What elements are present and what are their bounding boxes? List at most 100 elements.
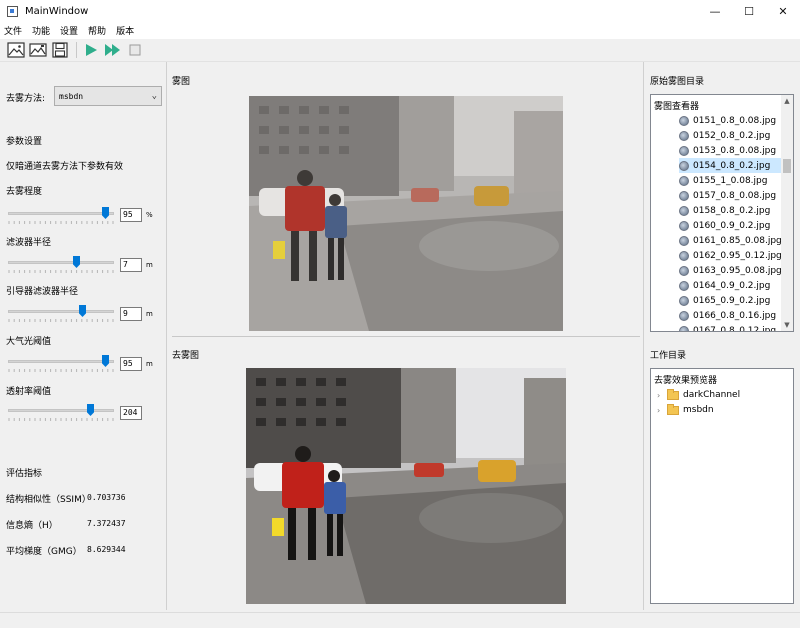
image-file-icon [679, 265, 689, 276]
main-window: MainWindow — ☐ ✕ 文件 功能 设置 帮助 版本 去雾方法: ms… [0, 0, 800, 628]
file-item[interactable]: 0161_0.85_0.08.jpg [679, 233, 782, 248]
atmospheric-light-input[interactable]: 95 [120, 357, 142, 371]
open-image-button[interactable] [6, 40, 26, 60]
menu-version[interactable]: 版本 [116, 24, 134, 37]
image-divider[interactable] [172, 336, 640, 337]
params-note: 仅暗通道去雾方法下参数有效 [6, 162, 124, 172]
file-item[interactable]: 0157_0.8_0.08.jpg [679, 188, 781, 203]
atmospheric-light-slider[interactable] [8, 355, 114, 372]
folder-item-msbdn[interactable]: › msbdn [657, 403, 714, 417]
image-file-icon [679, 190, 689, 201]
work-dir-title: 工作目录 [650, 351, 687, 361]
file-item[interactable]: 0155_1_0.08.jpg [679, 173, 781, 188]
file-name: 0162_0.95_0.12.jpg [693, 250, 782, 261]
folder-item-darkchannel[interactable]: › darkChannel [657, 388, 740, 402]
file-name: 0155_1_0.08.jpg [693, 175, 768, 186]
work-tree-root: 去雾效果预览器 [654, 376, 718, 386]
method-label: 去雾方法: [6, 94, 46, 104]
folder-icon [667, 388, 679, 400]
window-title: MainWindow [25, 5, 89, 17]
filter-radius-input[interactable]: 7 [120, 258, 142, 272]
menu-function[interactable]: 功能 [32, 24, 50, 37]
close-button[interactable]: ✕ [766, 0, 800, 22]
chevron-right-icon[interactable]: › [657, 391, 667, 400]
method-select[interactable]: msbdn ⌄ [54, 86, 162, 106]
image-file-icon [679, 325, 689, 331]
run-icon [86, 44, 97, 56]
metric-gmg-label: 平均梯度（GMG） [6, 547, 82, 557]
slider-ticks [8, 221, 114, 224]
folder-label: msbdn [683, 405, 714, 415]
title-bar: MainWindow — ☐ ✕ [0, 0, 800, 22]
guided-filter-radius-input[interactable]: 9 [120, 307, 142, 321]
scroll-up-icon[interactable]: ▲ [781, 95, 793, 107]
file-name: 0167_0.8_0.12.jpg [693, 325, 777, 332]
open-folder-image-button[interactable] [28, 40, 48, 60]
dehazed-street-photo [246, 368, 566, 604]
guided-filter-radius-slider[interactable] [8, 305, 114, 322]
slider-ticks [8, 418, 114, 421]
scroll-handle[interactable] [783, 159, 791, 173]
vertical-scrollbar[interactable]: ▲ ▼ [781, 95, 793, 331]
file-item[interactable]: 0164_0.9_0.2.jpg [679, 278, 781, 293]
file-name: 0157_0.8_0.08.jpg [693, 190, 777, 201]
minimize-button[interactable]: — [698, 0, 732, 22]
file-item[interactable]: 0165_0.9_0.2.jpg [679, 293, 781, 308]
filter-radius-slider[interactable] [8, 256, 114, 273]
file-item[interactable]: 0166_0.8_0.16.jpg [679, 308, 781, 323]
dehaze-degree-slider[interactable] [8, 207, 114, 224]
toolbar [0, 39, 800, 62]
transmission-threshold-input[interactable]: 204 [120, 406, 142, 420]
slider-label: 大气光阈值 [6, 337, 52, 347]
image-file-icon [679, 295, 689, 306]
file-item[interactable]: 0152_0.8_0.2.jpg [679, 128, 781, 143]
slider-thumb[interactable] [102, 207, 109, 219]
image-file-icon [679, 220, 689, 231]
file-item[interactable]: 0160_0.9_0.2.jpg [679, 218, 781, 233]
scroll-down-icon[interactable]: ▼ [781, 319, 793, 331]
slider-track [8, 261, 114, 264]
file-name: 0152_0.8_0.2.jpg [693, 130, 771, 141]
menu-help[interactable]: 帮助 [88, 24, 106, 37]
panel-divider[interactable] [166, 62, 167, 610]
file-name: 0164_0.9_0.2.jpg [693, 280, 771, 291]
slider-thumb[interactable] [87, 404, 94, 416]
hazy-street-photo [249, 96, 563, 331]
file-item[interactable]: 0154_0.8_0.2.jpg [679, 158, 781, 173]
source-file-tree[interactable]: 雾图查看器 0151_0.8_0.08.jpg 0152_0.8_0.2.jpg 0… [650, 94, 794, 332]
image-file-icon [679, 235, 689, 246]
file-name: 0160_0.9_0.2.jpg [693, 220, 771, 231]
menu-settings[interactable]: 设置 [60, 24, 78, 37]
file-name: 0166_0.8_0.16.jpg [693, 310, 777, 321]
run-all-button[interactable] [103, 40, 123, 60]
file-item[interactable]: 0158_0.8_0.2.jpg [679, 203, 781, 218]
save-button[interactable] [50, 40, 70, 60]
chevron-down-icon: ⌄ [151, 91, 157, 101]
slider-thumb[interactable] [102, 355, 109, 367]
method-select-value: msbdn [59, 91, 84, 101]
file-item[interactable]: 0167_0.8_0.12.jpg [679, 323, 781, 332]
file-item[interactable]: 0153_0.8_0.08.jpg [679, 143, 781, 158]
work-dir-tree[interactable]: 去雾效果预览器 › darkChannel › msbdn [650, 368, 794, 604]
slider-thumb[interactable] [79, 305, 86, 317]
run-button[interactable] [81, 40, 101, 60]
transmission-threshold-slider[interactable] [8, 404, 114, 421]
chevron-right-icon[interactable]: › [657, 406, 667, 415]
file-name: 0158_0.8_0.2.jpg [693, 205, 771, 216]
slider-ticks [8, 369, 114, 372]
maximize-button[interactable]: ☐ [732, 0, 766, 22]
file-item[interactable]: 0162_0.95_0.12.jpg [679, 248, 782, 263]
metrics-title: 评估指标 [6, 469, 43, 479]
file-item[interactable]: 0163_0.95_0.08.jpg [679, 263, 782, 278]
image-file-icon [679, 280, 689, 291]
menu-file[interactable]: 文件 [4, 24, 22, 37]
image-file-icon [679, 130, 689, 141]
slider-track [8, 409, 114, 412]
slider-thumb[interactable] [73, 256, 80, 268]
panel-divider[interactable] [643, 62, 644, 610]
file-item[interactable]: 0151_0.8_0.08.jpg [679, 113, 781, 128]
slider-ticks [8, 270, 114, 273]
stop-button[interactable] [125, 40, 145, 60]
dehaze-degree-input[interactable]: 95 [120, 208, 142, 222]
folder-icon [667, 403, 679, 415]
